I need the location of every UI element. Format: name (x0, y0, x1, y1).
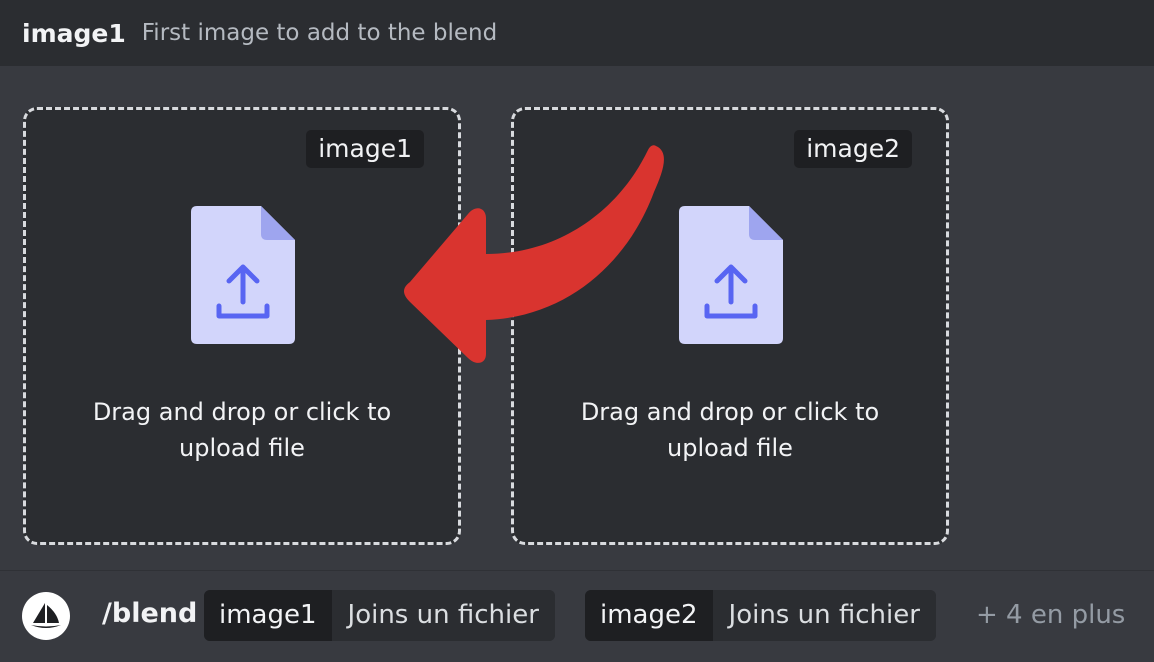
more-options[interactable]: + 4 en plus (976, 600, 1125, 630)
dropzone-instructions: Drag and drop or click to upload file (92, 398, 392, 462)
file-upload-icon (191, 206, 295, 344)
bot-avatar[interactable] (22, 592, 70, 640)
dropzone-image1[interactable]: image1 Drag and drop or click to upload … (23, 107, 461, 545)
command-name: /blend (102, 598, 198, 629)
dropzone-tag: image2 (794, 130, 912, 168)
dropzone-instructions: Drag and drop or click to upload file (580, 398, 880, 462)
param-chip-image2[interactable]: image2 Joins un fichier (585, 590, 936, 641)
command-bar: /blend image1 Joins un fichier image2 Jo… (0, 571, 1154, 662)
sailboat-logo-icon (31, 603, 61, 628)
param-value: Joins un fichier (331, 590, 555, 641)
param-value: Joins un fichier (712, 590, 936, 641)
param-name: image1 (204, 590, 332, 641)
option-name: image1 (22, 18, 126, 48)
param-name: image2 (585, 590, 713, 641)
option-header: image1 First image to add to the blend (0, 0, 1154, 66)
file-upload-icon (679, 206, 783, 344)
param-chip-image1[interactable]: image1 Joins un fichier (204, 590, 555, 641)
option-description: First image to add to the blend (141, 20, 498, 46)
curved-arrow-left-icon (404, 145, 664, 363)
